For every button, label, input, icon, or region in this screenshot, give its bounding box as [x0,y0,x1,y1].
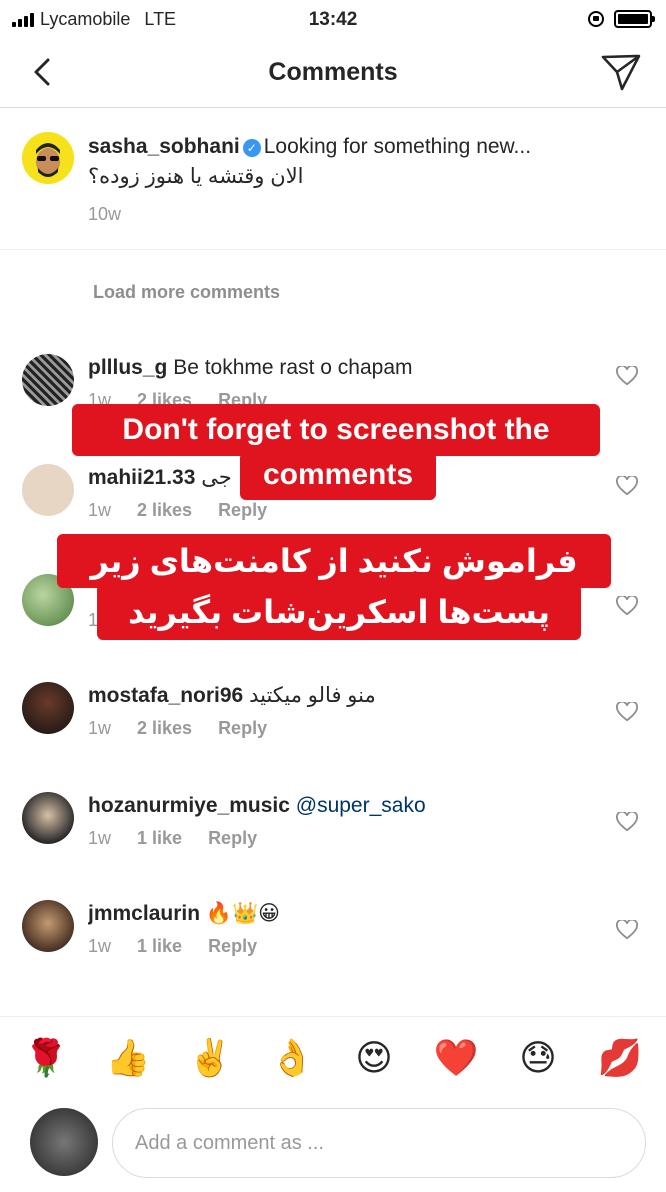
emoji-quick-bar: 🌹 👍 ✌️ 👌 😍 ❤️ 😓 💋 [0,1016,666,1098]
load-more-comments-link[interactable]: Load more comments [93,282,280,303]
comment-text: hozanurmiye_music @super_sako [88,792,606,820]
reply-button[interactable]: Reply [208,828,257,849]
comment-meta: 1w 2 likes Reply [88,718,267,739]
page-title: Comments [268,58,398,86]
screenshot-reminder-banner: comments [240,452,436,500]
comment-username[interactable]: mostafa_nori96 [88,684,243,707]
status-right [588,10,655,28]
heart-icon[interactable] [616,476,638,496]
avatar[interactable] [22,354,74,406]
verified-badge-icon: ✓ [242,139,261,157]
avatar[interactable] [22,464,74,516]
comment-likes[interactable]: 1 like [137,828,182,849]
reply-button[interactable]: Reply [218,500,267,521]
status-time: 13:42 [308,9,358,30]
screenshot-reminder-banner-persian: فراموش نکنید از کامنت‌های زیر [57,534,611,588]
sweat-emoji-button[interactable]: 😓 [514,1037,562,1078]
battery-icon [614,10,655,28]
comment-meta: 1w 1 like Reply [88,936,257,957]
avatar[interactable] [22,792,74,844]
rose-emoji-button[interactable]: 🌹 [22,1037,70,1078]
avatar [30,1108,98,1176]
comment-input[interactable]: Add a comment as ... [112,1108,646,1178]
comment-row: hozanurmiye_music @super_sako 1w 1 like Re… [0,792,666,892]
caption-timestamp: 10w [88,204,122,224]
orientation-lock-icon [588,11,604,27]
avatar[interactable] [22,900,74,952]
comment-body: Be tokhme rast o chapam [173,356,413,379]
caption-username[interactable]: sasha_sobhani [88,135,240,158]
reply-button[interactable]: Reply [218,718,267,739]
comment-meta: 1w 2 likes Reply [88,500,267,521]
comment-likes[interactable]: 2 likes [137,718,192,739]
comment-body: جی [201,466,232,489]
comment-row: jmmclaurin 🔥👑😀 1w 1 like Reply [0,900,666,1000]
heart-eyes-emoji-button[interactable]: 😍 [350,1037,398,1078]
comment-composer: Add a comment as ... [0,1098,666,1192]
ok-hand-emoji-button[interactable]: 👌 [268,1037,316,1078]
victory-emoji-button[interactable]: ✌️ [186,1037,234,1078]
heart-icon[interactable] [616,366,638,386]
screenshot-reminder-banner-persian: پست‌ها اسکرین‌شات بگیرید [97,584,581,640]
cartoon-face-icon [22,132,74,184]
comment-username[interactable]: plllus_g [88,356,167,379]
comment-timestamp: 1w [88,500,112,520]
comment-text: plllus_g Be tokhme rast o chapam [88,354,606,382]
heart-icon[interactable] [616,702,638,722]
comment-body: منو فالو میکتید [249,684,376,707]
caption-text: sasha_sobhani ✓ Looking for something new.… [88,132,646,192]
heart-icon[interactable] [616,812,638,832]
comment-timestamp: 1w [88,828,112,848]
avatar[interactable] [22,682,74,734]
avatar[interactable] [22,132,74,184]
comment-timestamp: 1w [88,718,112,738]
comment-row: mostafa_nori96 منو فالو میکتید 1w 2 likes… [0,682,666,782]
comment-text: jmmclaurin 🔥👑😀 [88,900,606,928]
post-caption: sasha_sobhani ✓ Looking for something new.… [0,108,666,250]
comment-meta: 1w 1 like Reply [88,828,257,849]
comment-likes[interactable]: 2 likes [137,500,192,521]
mention-link[interactable]: @super_sako [296,794,426,817]
comment-timestamp: 1w [88,936,112,956]
comment-username[interactable]: hozanurmiye_music [88,794,290,817]
comment-likes[interactable]: 1 like [137,936,182,957]
status-bar: Lycamobile LTE 13:42 [0,0,666,40]
reply-button[interactable]: Reply [208,936,257,957]
screenshot-reminder-banner: Don't forget to screenshot the [72,404,600,456]
heart-icon[interactable] [616,920,638,940]
kiss-emoji-button[interactable]: 💋 [596,1037,644,1078]
heart-icon[interactable] [616,596,638,616]
comment-username[interactable]: mahii21.33 [88,466,195,489]
red-heart-emoji-button[interactable]: ❤️ [432,1037,480,1078]
direct-send-icon[interactable] [600,52,642,92]
nav-bar: Comments [0,40,666,108]
thumbs-up-emoji-button[interactable]: 👍 [104,1037,152,1078]
comment-body: 🔥👑😀 [205,902,281,925]
comment-text: mostafa_nori96 منو فالو میکتید [88,682,606,710]
caption-body-persian: الان وقتشه یا هنوز زوده؟ [88,165,304,188]
comment-username[interactable]: jmmclaurin [88,902,200,925]
caption-body: Looking for something new... [263,135,532,158]
